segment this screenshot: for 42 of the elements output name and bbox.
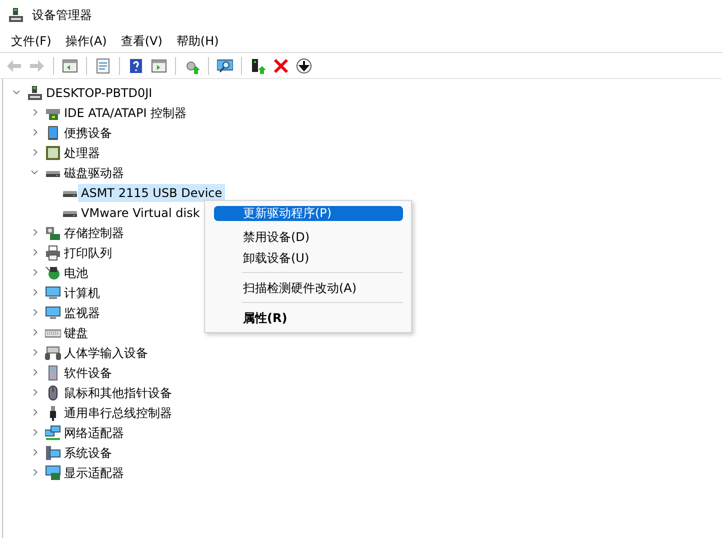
device-manager-icon [8,7,24,23]
storage-controller-icon [45,225,61,241]
menu-item[interactable]: 文件(F) [4,30,58,52]
down-arrow-circle-icon[interactable] [294,56,314,76]
tree-item[interactable]: 存储控制器 [61,224,127,242]
tree-item[interactable]: 软件设备 [61,364,115,382]
menu-item[interactable]: 更新驱动程序(P) [214,206,403,221]
computer-tower-icon [27,85,43,101]
tree-item[interactable]: IDE ATA/ATAPI 控制器 [61,104,190,122]
menu-item[interactable]: 禁用设备(D) [214,226,403,247]
tree-item[interactable]: 人体学输入设备 [61,344,151,362]
menu-item[interactable]: 操作(A) [58,30,114,52]
tree-item[interactable]: DESKTOP-PBTD0JI [43,84,156,102]
menu-item[interactable]: 查看(V) [114,30,170,52]
tree-item[interactable]: 键盘 [61,324,91,342]
menu-item[interactable]: 卸载设备(U) [214,247,403,268]
tree-item[interactable]: 系统设备 [61,444,115,462]
tree-item[interactable]: 磁盘驱动器 [61,164,127,182]
system-device-icon [45,445,61,461]
window-title: 设备管理器 [32,7,92,24]
monitor-icon [45,305,61,321]
chip-icon [45,145,61,161]
tree-item[interactable]: 打印队列 [61,244,115,262]
tree-item[interactable]: 显示适配器 [61,464,127,482]
tree-item[interactable]: VMware Virtual disk [78,204,203,222]
tree-item[interactable]: 通用串行总线控制器 [61,404,175,422]
tree-item[interactable]: 鼠标和其他指针设备 [61,384,175,402]
tree-item[interactable]: 计算机 [61,284,103,302]
tree-item[interactable]: 处理器 [61,144,103,162]
tree-item[interactable]: 便携设备 [61,124,115,142]
display-adapter-icon [45,465,61,481]
tree-item[interactable]: ASMT 2115 USB Device [78,184,226,202]
network-icon [45,425,61,441]
printer-icon [45,245,61,261]
menu-item[interactable]: 属性(R) [214,307,403,328]
portable-device-icon [45,125,61,141]
menu-item[interactable]: 帮助(H) [169,30,226,52]
tree-item[interactable]: 网络适配器 [61,424,127,442]
tree-item[interactable]: 监视器 [61,304,103,322]
tree-item[interactable]: 电池 [61,264,91,282]
menu-item[interactable]: 扫描检测硬件改动(A) [214,277,403,298]
computer-icon [45,285,61,301]
